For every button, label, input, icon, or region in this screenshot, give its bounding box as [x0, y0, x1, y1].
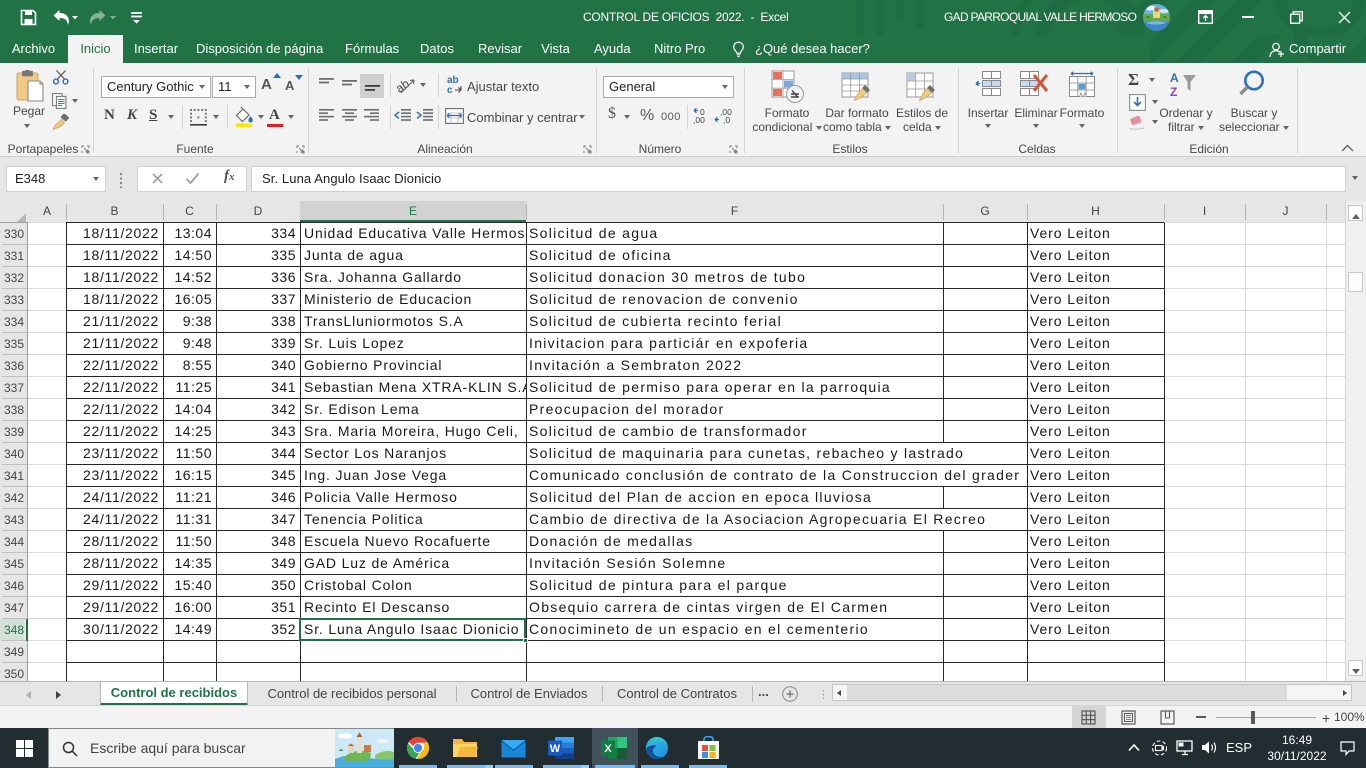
svg-text:W: W	[550, 743, 561, 755]
svg-text:X: X	[604, 743, 612, 755]
svg-text:A: A	[1170, 71, 1179, 85]
svg-text:ab: ab	[397, 76, 412, 95]
svg-text:,00: ,00	[693, 115, 705, 125]
svg-text:,0: ,0	[723, 115, 730, 125]
svg-text:Z: Z	[1170, 85, 1177, 98]
svg-text:c: c	[447, 85, 453, 96]
